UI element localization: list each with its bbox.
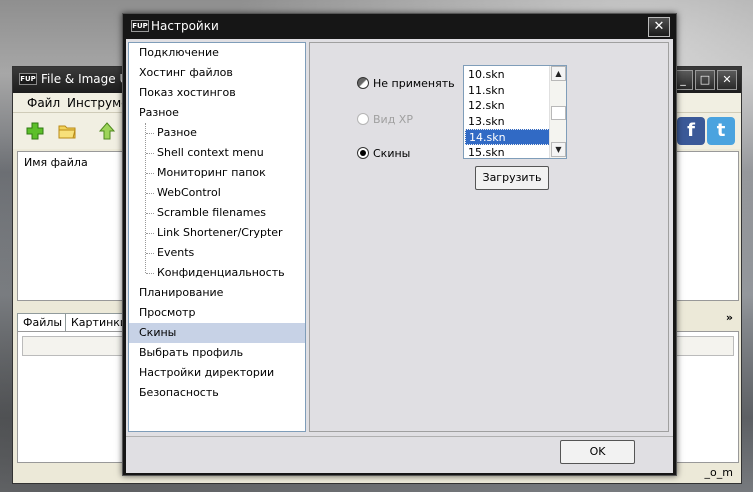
tree-connector — [146, 273, 154, 274]
menu-tools[interactable]: Инструме — [67, 96, 129, 110]
tree-item[interactable]: Разное — [129, 123, 305, 143]
menu-file[interactable]: Файл — [27, 96, 60, 110]
up-arrow-icon[interactable] — [97, 121, 117, 141]
skin-list-scrollbar[interactable]: ▲ ▼ — [549, 66, 566, 158]
ok-button[interactable]: OK — [560, 440, 635, 464]
tree-item[interactable]: Link Shortener/Crypter — [129, 223, 305, 243]
twitter-icon[interactable]: t — [707, 117, 735, 145]
dialog-close-button[interactable]: ✕ — [648, 17, 670, 37]
tree-connector — [146, 213, 154, 214]
tree-item[interactable]: Разное — [129, 103, 305, 123]
tree-item[interactable]: Scramble filenames — [129, 203, 305, 223]
skin-listbox[interactable]: 15.skn 14.skn 13.skn 12.skn 11.skn 10.skn ▲ ▼ — [463, 65, 567, 159]
tree-item[interactable]: Настройки директории — [129, 363, 305, 383]
status-text: _o_m — [704, 466, 733, 479]
app-logo-icon: FUP — [131, 20, 149, 32]
dialog-separator — [126, 436, 673, 437]
dialog-title: Настройки — [151, 19, 219, 33]
tree-connector — [146, 193, 154, 194]
skin-list-item[interactable]: 10.skn — [465, 67, 550, 83]
tree-item[interactable]: Конфиденциальность — [129, 263, 305, 283]
radio-no-apply-label: Не применять — [373, 76, 455, 90]
tree-item[interactable]: Планирование — [129, 283, 305, 303]
skin-list-item[interactable]: 11.skn — [465, 83, 550, 99]
maximize-button[interactable]: □ — [695, 70, 715, 90]
plus-icon[interactable] — [25, 121, 45, 141]
settings-dialog: FUP Настройки ✕ Подключение Хостинг файло… — [122, 13, 677, 476]
load-skin-button[interactable]: Загрузить — [475, 166, 549, 190]
tree-item[interactable]: WebControl — [129, 183, 305, 203]
facebook-icon[interactable]: f — [677, 117, 705, 145]
skin-list-item[interactable]: 13.skn — [465, 114, 550, 130]
tab-files[interactable]: Файлы — [17, 313, 69, 331]
radio-indicator — [357, 77, 369, 89]
close-button[interactable]: ✕ — [717, 70, 737, 90]
tree-item[interactable]: Shell context menu — [129, 143, 305, 163]
tree-connector — [146, 153, 154, 154]
tree-item[interactable]: Events — [129, 243, 305, 263]
tree-item[interactable]: Безопасность — [129, 383, 305, 403]
app-logo-icon: FUP — [19, 73, 37, 85]
skin-list-item[interactable]: 15.skn — [465, 145, 550, 161]
tree-connector — [146, 253, 154, 254]
tree-item[interactable]: Просмотр — [129, 303, 305, 323]
settings-tree[interactable]: Подключение Хостинг файлов Показ хостингов… — [128, 42, 306, 432]
file-name-column-header[interactable]: Имя файла — [24, 156, 88, 169]
scroll-up-icon[interactable]: ▲ — [551, 66, 566, 81]
radio-no-apply[interactable]: Не применять — [357, 75, 455, 91]
tree-item[interactable]: Хостинг файлов — [129, 63, 305, 83]
tree-item[interactable]: Мониторинг папок — [129, 163, 305, 183]
radio-xp-style-label: Вид XP — [373, 112, 413, 126]
radio-indicator — [357, 147, 369, 159]
tree-item[interactable]: Скины — [129, 323, 305, 343]
tree-connector — [146, 173, 154, 174]
skins-settings-panel: Не применять Вид XP Скины 15.skn 14.skn 13… — [309, 42, 669, 432]
tree-item[interactable]: Выбрать профиль — [129, 343, 305, 363]
tree-item[interactable]: Показ хостингов — [129, 83, 305, 103]
skin-list-item[interactable]: 12.skn — [465, 98, 550, 114]
radio-indicator — [357, 113, 369, 125]
radio-skins-label: Скины — [373, 146, 411, 160]
tree-item[interactable]: Подключение — [129, 43, 305, 63]
scroll-thumb[interactable] — [551, 106, 566, 120]
radio-xp-style[interactable]: Вид XP — [357, 111, 413, 127]
skin-list-item[interactable]: 14.skn — [465, 129, 550, 145]
chevron-down-icon[interactable]: » — [726, 311, 733, 324]
tree-connector — [146, 133, 154, 134]
radio-skins[interactable]: Скины — [357, 145, 410, 161]
tree-connector — [146, 233, 154, 234]
dialog-client: Подключение Хостинг файлов Показ хостингов… — [126, 39, 673, 473]
scroll-down-icon[interactable]: ▼ — [551, 142, 566, 157]
folder-icon[interactable] — [57, 121, 77, 141]
